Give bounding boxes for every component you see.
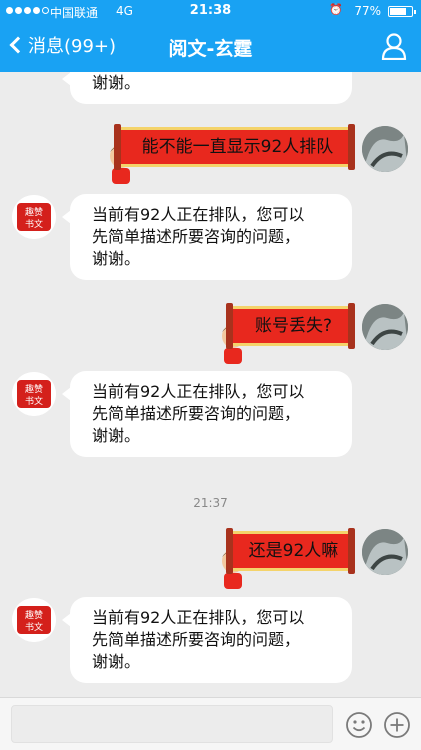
message-text: 账号丢失? [254,316,333,336]
message-bubble-received[interactable]: 当前有92人正在排队，您可以 先简单描述所要咨询的问题， 谢谢。 [62,371,352,457]
battery-icon [388,6,416,17]
message-bubble-sent[interactable]: 还是92人嘛 [226,528,355,574]
message-bubble-received[interactable]: 谢谢。 [62,72,352,104]
user-avatar[interactable] [362,304,408,350]
smiley-icon[interactable] [345,711,373,739]
message-text: 当前有92人正在排队，您可以 [92,205,305,224]
message-text: 先简单描述所要咨询的问题， [92,227,301,246]
message-text: 谢谢。 [92,652,141,671]
timestamp: 21:37 [193,496,228,510]
message-bubble-received[interactable]: 当前有92人正在排队，您可以 先简单描述所要咨询的问题， 谢谢。 [62,597,352,683]
message-bubble-sent[interactable]: 账号丢失? [226,303,355,349]
message-bubble-sent[interactable]: 能不能一直显示92人排队 [114,124,355,170]
message-input[interactable] [11,705,333,743]
status-bar: 中国联通 4G 21:38 ⏰ 77% [0,0,421,22]
message-text: 谢谢。 [92,426,141,445]
chat-area[interactable]: 谢谢。 能不能一直显示92人排队 趣赞 书文 当前有92人正在排队，您可以 先简… [0,72,421,697]
message-text: 谢谢。 [92,73,141,92]
service-avatar[interactable]: 趣赞 书文 [12,195,56,239]
svg-text:趣赞: 趣赞 [25,383,43,395]
service-avatar[interactable]: 趣赞 书文 [12,598,56,642]
svg-text:趣赞: 趣赞 [25,206,43,218]
battery-percent: 77% [354,4,381,18]
message-text: 先简单描述所要咨询的问题， [92,630,301,649]
page-title: 阅文-玄霆 [168,38,253,60]
message-text: 谢谢。 [92,249,141,268]
message-text: 当前有92人正在排队，您可以 [92,382,305,401]
header: 中国联通 4G 21:38 ⏰ 77% 消息(99+) 阅文-玄霆 [0,0,421,72]
alarm-icon: ⏰ [329,3,343,16]
message-text: 还是92人嘛 [248,541,339,561]
user-avatar[interactable] [362,529,408,575]
plus-circle-icon[interactable] [383,711,411,739]
input-bar [0,697,421,750]
message-text: 先简单描述所要咨询的问题， [92,404,301,423]
message-bubble-received[interactable]: 当前有92人正在排队，您可以 先简单描述所要咨询的问题， 谢谢。 [62,194,352,280]
service-avatar[interactable]: 趣赞 书文 [12,372,56,416]
message-text: 能不能一直显示92人排队 [141,137,334,157]
svg-text:趣赞: 趣赞 [25,609,43,621]
nav-bar: 消息(99+) 阅文-玄霆 [0,22,421,72]
message-text: 当前有92人正在排队，您可以 [92,608,305,627]
svg-text:书文: 书文 [25,218,43,230]
person-icon[interactable] [381,32,407,60]
svg-text:书文: 书文 [25,395,43,407]
user-avatar[interactable] [362,126,408,172]
svg-text:书文: 书文 [25,621,43,633]
